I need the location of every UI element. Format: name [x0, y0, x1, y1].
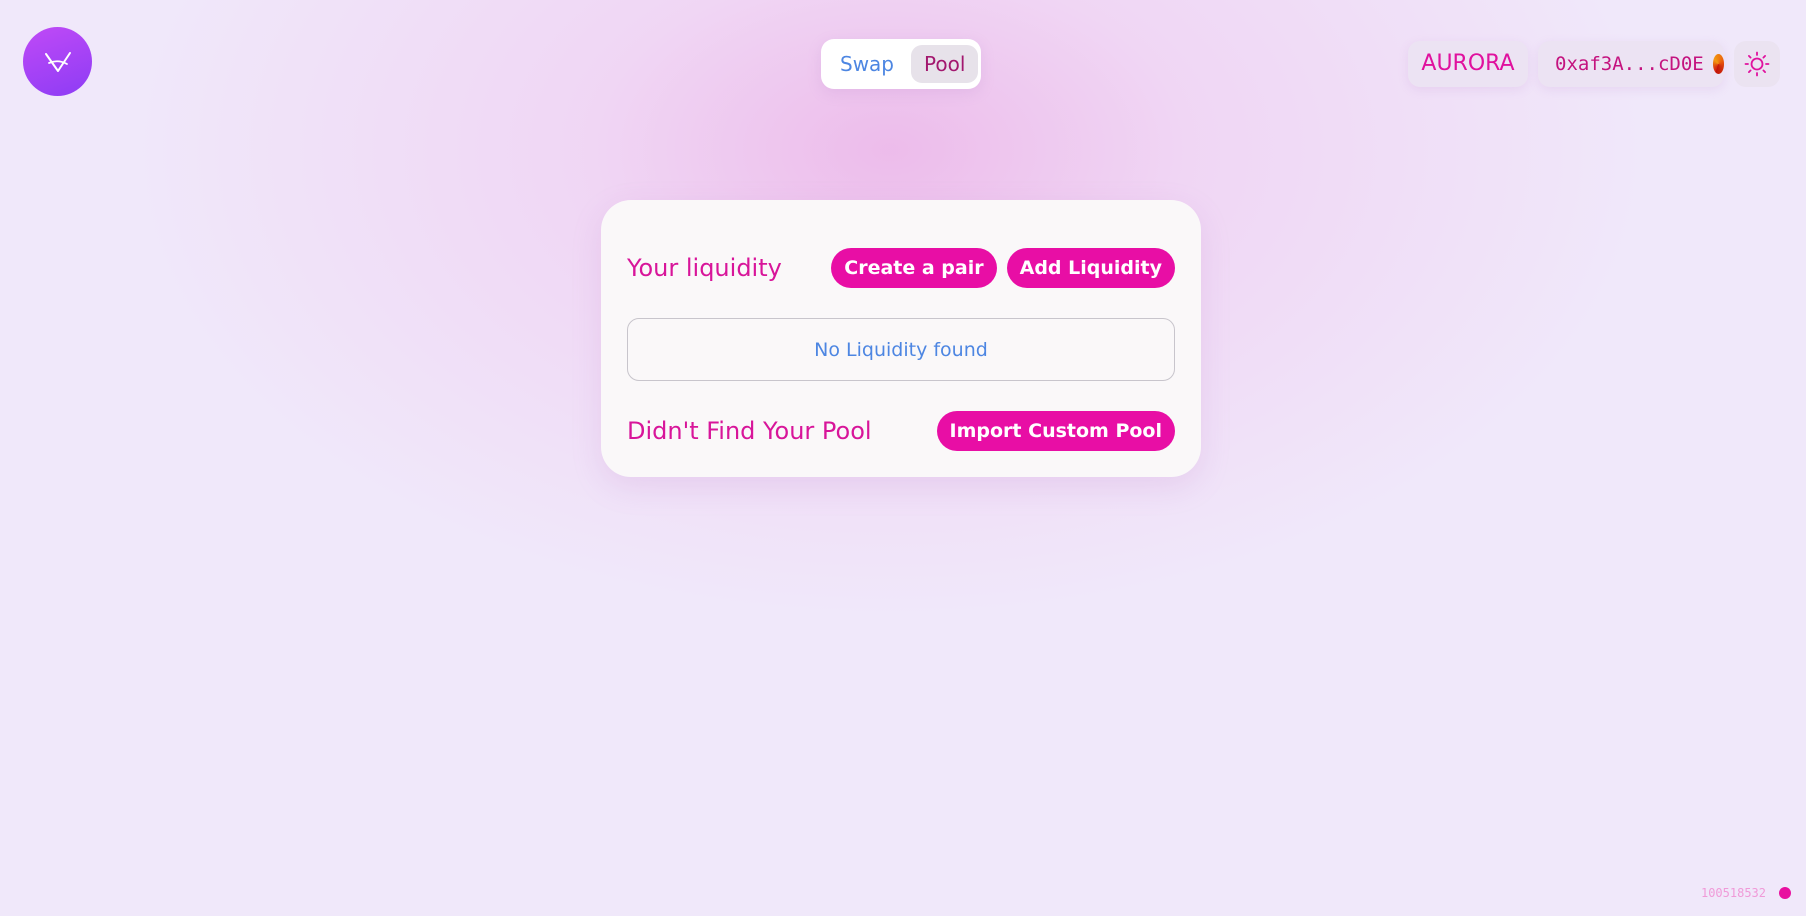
- pool-not-found-label: Didn't Find Your Pool: [627, 417, 872, 445]
- wallet-button[interactable]: 0xaf3A...cD0E: [1538, 41, 1724, 87]
- your-liquidity-title: Your liquidity: [627, 254, 782, 282]
- import-pool-row: Didn't Find Your Pool Import Custom Pool: [627, 411, 1175, 451]
- nav-tabs: Swap Pool: [821, 39, 981, 89]
- tab-pool[interactable]: Pool: [911, 45, 979, 83]
- status-dot: [1779, 887, 1791, 899]
- import-custom-pool-button[interactable]: Import Custom Pool: [936, 411, 1175, 451]
- add-liquidity-button[interactable]: Add Liquidity: [1006, 248, 1175, 288]
- tab-swap[interactable]: Swap: [827, 45, 907, 83]
- wallet-avatar-icon: [1712, 54, 1724, 74]
- network-button[interactable]: AURORA: [1408, 41, 1528, 87]
- block-number: 100518532: [1700, 886, 1766, 900]
- liquidity-card: Your liquidity Create a pair Add Liquidi…: [601, 200, 1201, 477]
- app-logo[interactable]: [23, 27, 92, 96]
- empty-message: No Liquidity found: [814, 338, 988, 361]
- sun-icon: [1744, 51, 1770, 77]
- wallet-address: 0xaf3A...cD0E: [1555, 53, 1704, 75]
- theme-toggle-button[interactable]: [1734, 41, 1780, 87]
- liquidity-header: Your liquidity Create a pair Add Liquidi…: [627, 248, 1175, 288]
- create-pair-button[interactable]: Create a pair: [831, 248, 997, 288]
- v-logo-icon: [44, 51, 71, 72]
- liquidity-actions: Create a pair Add Liquidity: [831, 248, 1175, 288]
- liquidity-empty-state: No Liquidity found: [627, 318, 1175, 381]
